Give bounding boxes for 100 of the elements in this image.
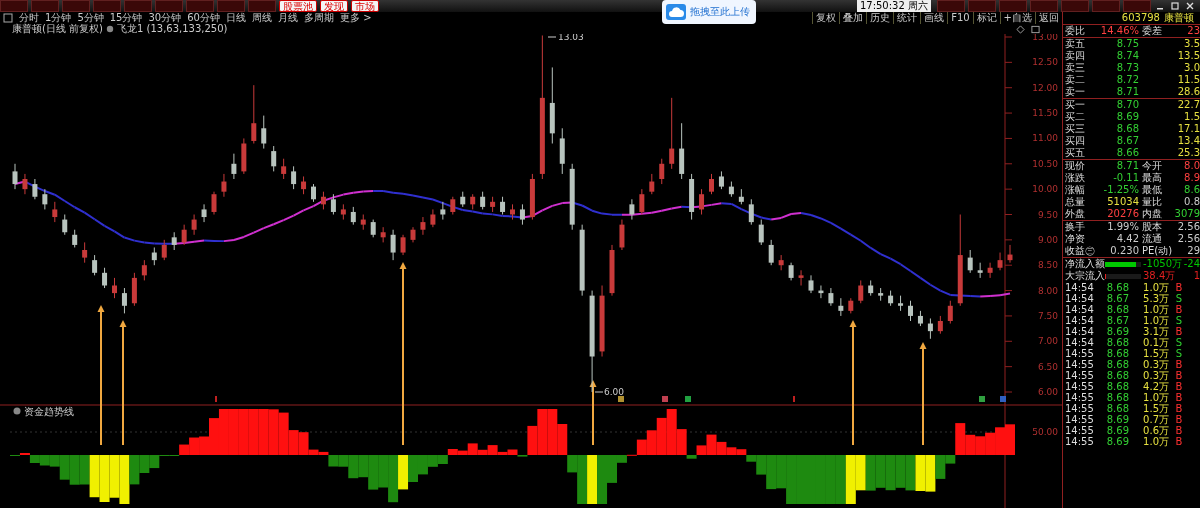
trade-side: B bbox=[1174, 425, 1184, 436]
toolbar-button[interactable]: 标记 bbox=[972, 12, 1000, 24]
signal-marker bbox=[662, 396, 668, 402]
trade-price: 8.68 bbox=[1105, 392, 1129, 403]
order-label: 卖二 bbox=[1064, 74, 1086, 86]
candlestick bbox=[838, 297, 844, 317]
panel-toggle-icon[interactable] bbox=[3, 13, 13, 23]
period-tab[interactable]: 30分钟 bbox=[145, 12, 185, 24]
menu-tab[interactable]: 市场 bbox=[351, 0, 379, 12]
candlestick bbox=[131, 272, 137, 307]
period-tab[interactable]: 15分钟 bbox=[106, 12, 146, 24]
toolbar-button[interactable]: 叠加 bbox=[839, 12, 867, 24]
period-tab[interactable]: 分时 bbox=[16, 12, 42, 24]
candlestick bbox=[898, 295, 904, 312]
signal-marker bbox=[685, 396, 691, 402]
price-axis-label: 11.00 bbox=[1032, 133, 1058, 144]
order-price: 8.70 bbox=[1115, 99, 1139, 111]
field-label: 最低 bbox=[1141, 184, 1163, 196]
menu-tab[interactable]: 股票池 bbox=[279, 0, 317, 12]
trade-price: 8.68 bbox=[1105, 359, 1129, 370]
trade-volume: 0.1万 bbox=[1142, 337, 1169, 348]
candlestick bbox=[410, 226, 416, 243]
toolbar-button[interactable]: F10 bbox=[947, 12, 973, 24]
period-tab[interactable]: 日线 bbox=[222, 12, 249, 24]
field-label: PE(动) bbox=[1141, 245, 1170, 257]
trade-price: 8.68 bbox=[1105, 403, 1129, 414]
close-icon[interactable] bbox=[1184, 1, 1196, 11]
candlestick bbox=[659, 158, 665, 185]
trade-price: 8.68 bbox=[1105, 282, 1129, 293]
trade-time: 14:55 bbox=[1064, 381, 1095, 392]
menu-tab[interactable] bbox=[968, 0, 996, 12]
candlestick bbox=[559, 127, 565, 175]
candlestick bbox=[878, 287, 884, 302]
menu-tab[interactable] bbox=[1061, 0, 1089, 12]
order-price: 8.66 bbox=[1115, 147, 1139, 159]
trade-side: B bbox=[1174, 403, 1184, 414]
toolbar-button[interactable]: 历史 bbox=[866, 12, 894, 24]
field-value: 3079 bbox=[1173, 208, 1200, 220]
toolbar-button[interactable]: 复权 bbox=[812, 12, 840, 24]
order-label: 买四 bbox=[1064, 135, 1086, 147]
field-label: 大宗流入 bbox=[1064, 270, 1105, 282]
toolbar-button[interactable]: 统计 bbox=[893, 12, 921, 24]
menu-tab[interactable] bbox=[1030, 0, 1058, 12]
field-label: 涨跌 bbox=[1064, 172, 1086, 184]
trade-volume: 1.0万 bbox=[1142, 304, 1169, 315]
trade-side: S bbox=[1174, 348, 1184, 359]
diamond-icon[interactable] bbox=[1016, 24, 1025, 34]
maximize-icon[interactable] bbox=[1169, 1, 1181, 11]
period-tab[interactable]: 60分钟 bbox=[184, 12, 223, 24]
settings-icon[interactable] bbox=[13, 407, 21, 415]
trade-volume: 1.0万 bbox=[1142, 282, 1169, 293]
candlestick bbox=[967, 249, 973, 274]
field-value: 29 bbox=[1186, 245, 1200, 257]
toolbar-button[interactable]: 返回 bbox=[1035, 12, 1062, 24]
menu-tab[interactable] bbox=[93, 0, 121, 12]
period-tab[interactable]: 月线 bbox=[274, 12, 301, 24]
candlestick bbox=[450, 196, 456, 215]
menu-tab[interactable] bbox=[124, 0, 152, 12]
order-volume: 28.6 bbox=[1176, 86, 1200, 98]
menu-tab[interactable] bbox=[62, 0, 90, 12]
menu-tab[interactable] bbox=[937, 0, 965, 12]
candlestick bbox=[12, 163, 18, 190]
menu-tab[interactable] bbox=[155, 0, 183, 12]
candlestick bbox=[470, 193, 476, 210]
trade-volume: 1.5万 bbox=[1142, 348, 1169, 359]
menu-tab[interactable] bbox=[1092, 0, 1120, 12]
period-tab[interactable]: 更多 > bbox=[336, 12, 375, 24]
candlestick bbox=[888, 290, 894, 307]
candlestick bbox=[231, 153, 237, 180]
trade-price: 8.69 bbox=[1105, 414, 1129, 425]
order-price: 8.68 bbox=[1115, 123, 1139, 135]
trade-time: 14:55 bbox=[1064, 414, 1095, 425]
trade-side: B bbox=[1174, 282, 1184, 293]
period-tab[interactable]: 5分钟 bbox=[74, 12, 107, 24]
candlestick bbox=[281, 158, 287, 180]
price-axis-label: 9.50 bbox=[1037, 209, 1058, 220]
field-label: 股本 bbox=[1141, 221, 1163, 233]
window-icon[interactable] bbox=[1031, 24, 1040, 34]
period-tab[interactable]: 1分钟 bbox=[42, 12, 75, 24]
trade-side: B bbox=[1174, 436, 1184, 447]
stock-code: 603798 bbox=[1121, 12, 1160, 24]
upload-button[interactable]: 拖拽至此上传 bbox=[662, 0, 756, 24]
candlestick bbox=[72, 229, 78, 248]
up-arrow bbox=[589, 380, 597, 446]
menu-tab[interactable]: 发现 bbox=[320, 0, 348, 12]
toolbar-button[interactable]: +自选 bbox=[999, 12, 1035, 24]
candlestick bbox=[390, 229, 396, 261]
menu-tab[interactable] bbox=[186, 0, 214, 12]
period-tab[interactable]: 多周期 bbox=[300, 12, 337, 24]
field-label: 今开 bbox=[1141, 160, 1163, 172]
candlestick bbox=[709, 173, 714, 195]
menu-tab[interactable] bbox=[248, 0, 276, 12]
trade-volume: 1.0万 bbox=[1142, 315, 1169, 326]
menu-tab[interactable] bbox=[217, 0, 245, 12]
toolbar-button[interactable]: 画线 bbox=[920, 12, 948, 24]
menu-tab[interactable] bbox=[999, 0, 1027, 12]
menu-tab[interactable] bbox=[31, 0, 59, 12]
candlestick bbox=[728, 181, 734, 198]
settings-icon[interactable] bbox=[106, 25, 114, 33]
period-tab[interactable]: 周线 bbox=[248, 12, 275, 24]
